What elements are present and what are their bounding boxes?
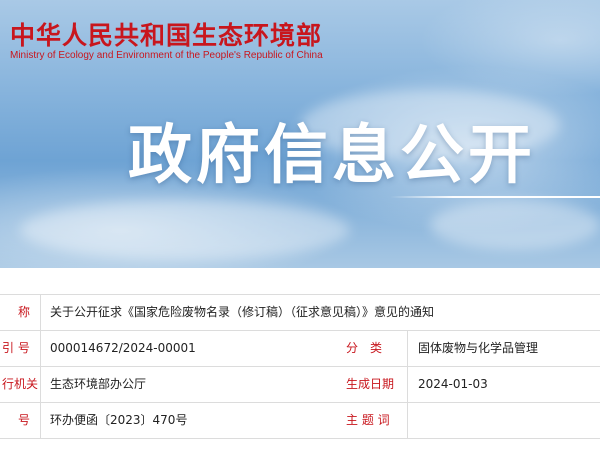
issuing-agency-value: 生态环境部办公厅: [50, 377, 147, 391]
info-row-docnum: 号 环办便函〔2023〕470号 主 题 词: [0, 403, 600, 439]
cell-divider: [407, 403, 408, 438]
cloud-decoration: [20, 200, 350, 260]
creation-date-value: 2024-01-03: [418, 377, 488, 391]
subject-keywords-label: 主 题 词: [346, 413, 390, 427]
document-number-value: 环办便函〔2023〕470号: [50, 413, 188, 427]
banner-divider-line: [390, 196, 600, 198]
index-number-label: 引 号: [2, 341, 30, 355]
cell-divider: [40, 403, 41, 438]
header-banner: 中华人民共和国生态环境部 Ministry of Ecology and Env…: [0, 0, 600, 268]
title-value: 关于公开征求《国家危险废物名录（修订稿）（征求意见稿）》意见的通知: [50, 305, 435, 319]
cell-divider: [407, 331, 408, 366]
category-value: 固体废物与化学品管理: [418, 341, 539, 355]
cloud-decoration: [430, 200, 600, 250]
info-row-index: 引 号 000014672/2024-00001 分 类 固体废物与化学品管理: [0, 331, 600, 367]
creation-date-label: 生成日期: [346, 377, 395, 391]
title-label: 称: [18, 305, 31, 319]
ministry-name-cn[interactable]: 中华人民共和国生态环境部: [10, 16, 322, 52]
info-row-agency: 行机关 生态环境部办公厅 生成日期 2024-01-03: [0, 367, 600, 403]
document-number-label: 号: [18, 413, 31, 427]
ministry-name-en[interactable]: Ministry of Ecology and Environment of t…: [10, 50, 323, 61]
info-row-title: 称 关于公开征求《国家危险废物名录（修订稿）（征求意见稿）》意见的通知: [0, 295, 600, 331]
cell-divider: [40, 295, 41, 330]
cell-divider: [407, 367, 408, 402]
category-label: 分 类: [346, 341, 383, 355]
banner-title: 政府信息公开: [128, 119, 536, 193]
cell-divider: [40, 367, 41, 402]
document-info-table: 称 关于公开征求《国家危险废物名录（修订稿）（征求意见稿）》意见的通知 引 号 …: [0, 294, 600, 439]
issuing-agency-label: 行机关: [2, 377, 39, 391]
cell-divider: [40, 331, 41, 366]
index-number-value: 000014672/2024-00001: [50, 341, 196, 355]
